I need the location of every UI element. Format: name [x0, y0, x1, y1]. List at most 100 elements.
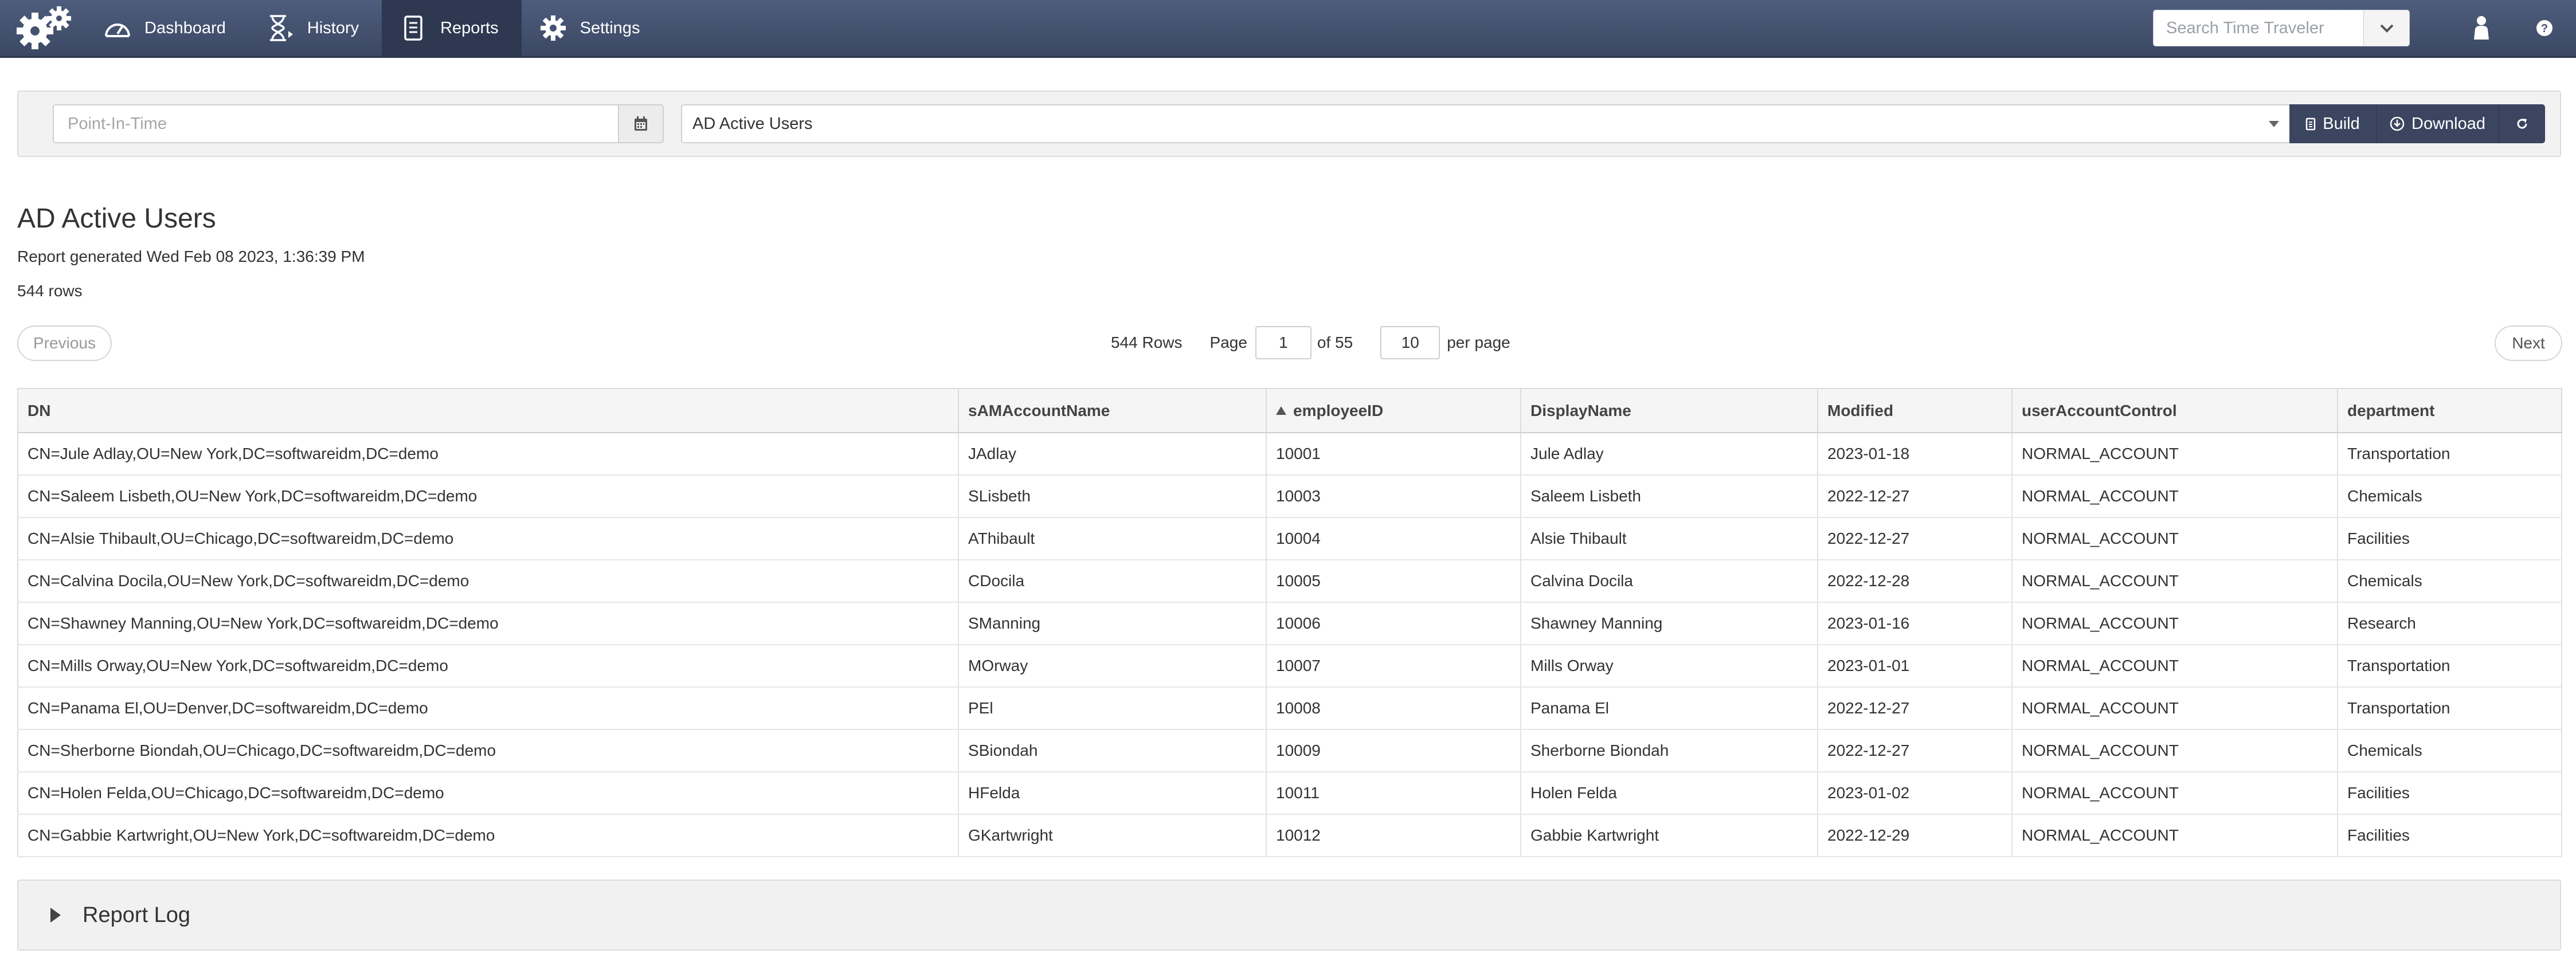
cell-modified: 2022-12-29 [1818, 814, 2013, 857]
nav-history[interactable]: History [249, 0, 382, 57]
search-input[interactable] [2153, 10, 2364, 46]
table-row[interactable]: CN=Sherborne Biondah,OU=Chicago,DC=softw… [18, 729, 2562, 772]
report-generated-timestamp: Report generated Wed Feb 08 2023, 1:36:3… [17, 248, 365, 265]
expand-triangle-icon [50, 908, 61, 923]
download-button[interactable]: Download [2377, 104, 2499, 143]
cell-department: Facilities [2338, 772, 2562, 815]
user-menu-button[interactable] [2450, 0, 2513, 57]
cell-dn: CN=Saleem Lisbeth,OU=New York,DC=softwar… [18, 475, 959, 518]
table-row[interactable]: CN=Jule Adlay,OU=New York,DC=softwareidm… [18, 433, 2562, 476]
cell-employeeid: 10011 [1266, 772, 1521, 815]
gear-icon [538, 13, 569, 44]
build-label: Build [2323, 114, 2360, 133]
report-type-select[interactable]: AD Active Users [681, 104, 2291, 143]
cell-samaccountname: CDocila [958, 560, 1267, 603]
table-row[interactable]: CN=Saleem Lisbeth,OU=New York,DC=softwar… [18, 475, 2562, 518]
cell-displayname: Alsie Thibault [1521, 517, 1818, 560]
page-number-input[interactable]: 1 [1255, 326, 1312, 359]
cell-samaccountname: PEl [958, 687, 1267, 730]
column-header-useraccountcontrol[interactable]: userAccountControl [2012, 389, 2338, 433]
table-header-row: DN sAMAccountName employeeID DisplayName… [18, 389, 2562, 433]
cell-department: Facilities [2338, 517, 2562, 560]
cell-dn: CN=Shawney Manning,OU=New York,DC=softwa… [18, 602, 959, 645]
nav-right-group: ? [2153, 0, 2576, 57]
cell-samaccountname: SBiondah [958, 729, 1267, 772]
previous-page-button[interactable]: Previous [17, 325, 112, 361]
cell-useraccountcontrol: NORMAL_ACCOUNT [2012, 602, 2338, 645]
cell-employeeid: 10008 [1266, 687, 1521, 730]
cell-department: Transportation [2338, 687, 2562, 730]
cell-displayname: Calvina Docila [1521, 560, 1818, 603]
table-row[interactable]: CN=Alsie Thibault,OU=Chicago,DC=software… [18, 517, 2562, 560]
table-row[interactable]: CN=Panama El,OU=Denver,DC=softwareidm,DC… [18, 687, 2562, 730]
cell-displayname: Jule Adlay [1521, 433, 1818, 476]
calendar-button[interactable] [618, 104, 664, 143]
cell-useraccountcontrol: NORMAL_ACCOUNT [2012, 645, 2338, 688]
download-circle-icon [2390, 116, 2405, 131]
cell-employeeid: 10006 [1266, 602, 1521, 645]
cell-department: Chemicals [2338, 475, 2562, 518]
cell-modified: 2023-01-18 [1818, 433, 2013, 476]
cell-employeeid: 10012 [1266, 814, 1521, 857]
cell-displayname: Gabbie Kartwright [1521, 814, 1818, 857]
cell-employeeid: 10001 [1266, 433, 1521, 476]
cell-modified: 2022-12-27 [1818, 729, 2013, 772]
total-rows-label: 544 Rows [1111, 333, 1183, 351]
build-button[interactable]: Build [2289, 104, 2377, 143]
per-page-input[interactable]: 10 [1380, 326, 1440, 359]
search-dropdown-button[interactable] [2364, 10, 2410, 46]
cell-useraccountcontrol: NORMAL_ACCOUNT [2012, 433, 2338, 476]
nav-dashboard[interactable]: Dashboard [86, 0, 249, 57]
report-title: AD Active Users [17, 203, 216, 234]
nav-history-label: History [307, 18, 359, 37]
column-header-displayname[interactable]: DisplayName [1521, 389, 1818, 433]
table-row[interactable]: CN=Holen Felda,OU=Chicago,DC=softwareidm… [18, 772, 2562, 815]
cell-department: Transportation [2338, 645, 2562, 688]
column-header-employeeid[interactable]: employeeID [1266, 389, 1521, 433]
cell-samaccountname: HFelda [958, 772, 1267, 815]
refresh-button[interactable] [2499, 104, 2545, 143]
point-in-time-input[interactable] [53, 104, 619, 143]
column-header-modified[interactable]: Modified [1818, 389, 2013, 433]
cell-displayname: Holen Felda [1521, 772, 1818, 815]
table-row[interactable]: CN=Mills Orway,OU=New York,DC=softwareid… [18, 645, 2562, 688]
cell-dn: CN=Alsie Thibault,OU=Chicago,DC=software… [18, 517, 959, 560]
next-page-button[interactable]: Next [2495, 325, 2562, 361]
table-row[interactable]: CN=Shawney Manning,OU=New York,DC=softwa… [18, 602, 2562, 645]
cell-samaccountname: JAdlay [958, 433, 1267, 476]
report-type-value: AD Active Users [692, 114, 813, 133]
gears-logo-icon[interactable] [0, 0, 86, 57]
nav-settings[interactable]: Settings [522, 0, 663, 57]
cell-dn: CN=Panama El,OU=Denver,DC=softwareidm,DC… [18, 687, 959, 730]
page-label: Page [1209, 333, 1247, 351]
dashboard-gauge-icon [102, 13, 133, 44]
sort-ascending-icon [1276, 406, 1286, 415]
column-header-samaccountname[interactable]: sAMAccountName [958, 389, 1267, 433]
column-header-dn[interactable]: DN [18, 389, 959, 433]
report-log-label: Report Log [83, 903, 191, 927]
cell-dn: CN=Jule Adlay,OU=New York,DC=softwareidm… [18, 433, 959, 476]
help-button[interactable]: ? [2513, 0, 2576, 57]
report-log-toggle[interactable]: Report Log [17, 880, 2561, 951]
cell-modified: 2022-12-27 [1818, 687, 2013, 730]
cell-displayname: Shawney Manning [1521, 602, 1818, 645]
cell-useraccountcontrol: NORMAL_ACCOUNT [2012, 517, 2338, 560]
cell-dn: CN=Gabbie Kartwright,OU=New York,DC=soft… [18, 814, 959, 857]
cell-employeeid: 10007 [1266, 645, 1521, 688]
caret-down-icon [2269, 120, 2279, 127]
cell-useraccountcontrol: NORMAL_ACCOUNT [2012, 687, 2338, 730]
cell-useraccountcontrol: NORMAL_ACCOUNT [2012, 814, 2338, 857]
cell-modified: 2023-01-02 [1818, 772, 2013, 815]
cell-modified: 2023-01-01 [1818, 645, 2013, 688]
per-page-label: per page [1447, 333, 1510, 351]
cell-department: Facilities [2338, 814, 2562, 857]
table-row[interactable]: CN=Gabbie Kartwright,OU=New York,DC=soft… [18, 814, 2562, 857]
cell-modified: 2023-01-16 [1818, 602, 2013, 645]
nav-reports[interactable]: Reports [382, 0, 522, 57]
column-header-department[interactable]: department [2338, 389, 2562, 433]
cell-displayname: Panama El [1521, 687, 1818, 730]
table-row[interactable]: CN=Calvina Docila,OU=New York,DC=softwar… [18, 560, 2562, 603]
report-table: DN sAMAccountName employeeID DisplayName… [17, 388, 2562, 857]
cell-employeeid: 10004 [1266, 517, 1521, 560]
clipboard-icon [2305, 117, 2316, 131]
